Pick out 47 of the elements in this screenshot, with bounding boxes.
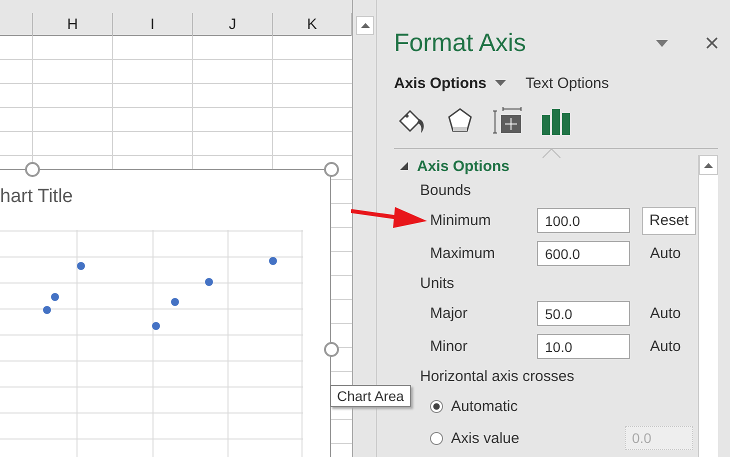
data-point [77, 262, 85, 270]
expand-icon[interactable] [400, 162, 408, 170]
caret-icon[interactable] [494, 80, 506, 86]
scroll-up-icon[interactable] [704, 162, 713, 168]
close-icon[interactable] [706, 37, 718, 49]
column-header[interactable]: H [67, 16, 78, 33]
data-point [43, 306, 51, 314]
radio-label[interactable]: Automatic [451, 398, 698, 414]
data-point [152, 322, 160, 330]
auto-label: Auto [650, 245, 681, 262]
column-header[interactable]: K [306, 16, 317, 33]
field-label: Minor [430, 338, 469, 355]
scrollbar[interactable] [698, 155, 718, 457]
pane-title: Format Axis [394, 28, 527, 58]
section-title[interactable]: Axis Options [417, 158, 510, 174]
options-tab[interactable]: Text Options [526, 74, 609, 92]
data-point [51, 293, 59, 301]
tooltip: Chart Area [330, 385, 411, 407]
column-header[interactable]: J [228, 16, 236, 33]
data-point [269, 257, 277, 265]
group-label: Bounds [420, 182, 471, 199]
resize-handle[interactable] [324, 162, 339, 177]
chart-area[interactable]: hart Title [0, 169, 331, 457]
data-point [205, 278, 213, 286]
dropdown-icon[interactable] [656, 40, 668, 46]
input-field[interactable]: 600.0 [537, 241, 630, 266]
field-label: Major [430, 305, 469, 322]
input-field[interactable]: 10.0 [537, 334, 630, 359]
group-label: Units [420, 275, 454, 292]
bar-chart-icon[interactable] [542, 106, 570, 136]
auto-label: Auto [650, 338, 681, 355]
resize-handle[interactable] [324, 342, 339, 357]
data-point [171, 298, 179, 306]
column-header[interactable]: I [150, 16, 155, 33]
radio-button[interactable] [430, 400, 443, 412]
reset-button[interactable]: Reset [642, 206, 696, 234]
field-label: Minimum [430, 212, 492, 229]
size-icon[interactable] [493, 106, 523, 136]
resize-handle[interactable] [25, 162, 40, 177]
input-field[interactable]: 100.0 [537, 208, 630, 233]
scroll-up-icon[interactable] [360, 23, 370, 28]
input-field[interactable]: 50.0 [537, 301, 630, 326]
options-tab[interactable]: Axis Options [394, 74, 506, 92]
auto-label: Auto [650, 305, 681, 322]
group-label: Horizontal axis crosses [420, 368, 574, 385]
chart-title[interactable]: hart Title [0, 185, 330, 209]
field-label: Maximum [430, 245, 496, 262]
